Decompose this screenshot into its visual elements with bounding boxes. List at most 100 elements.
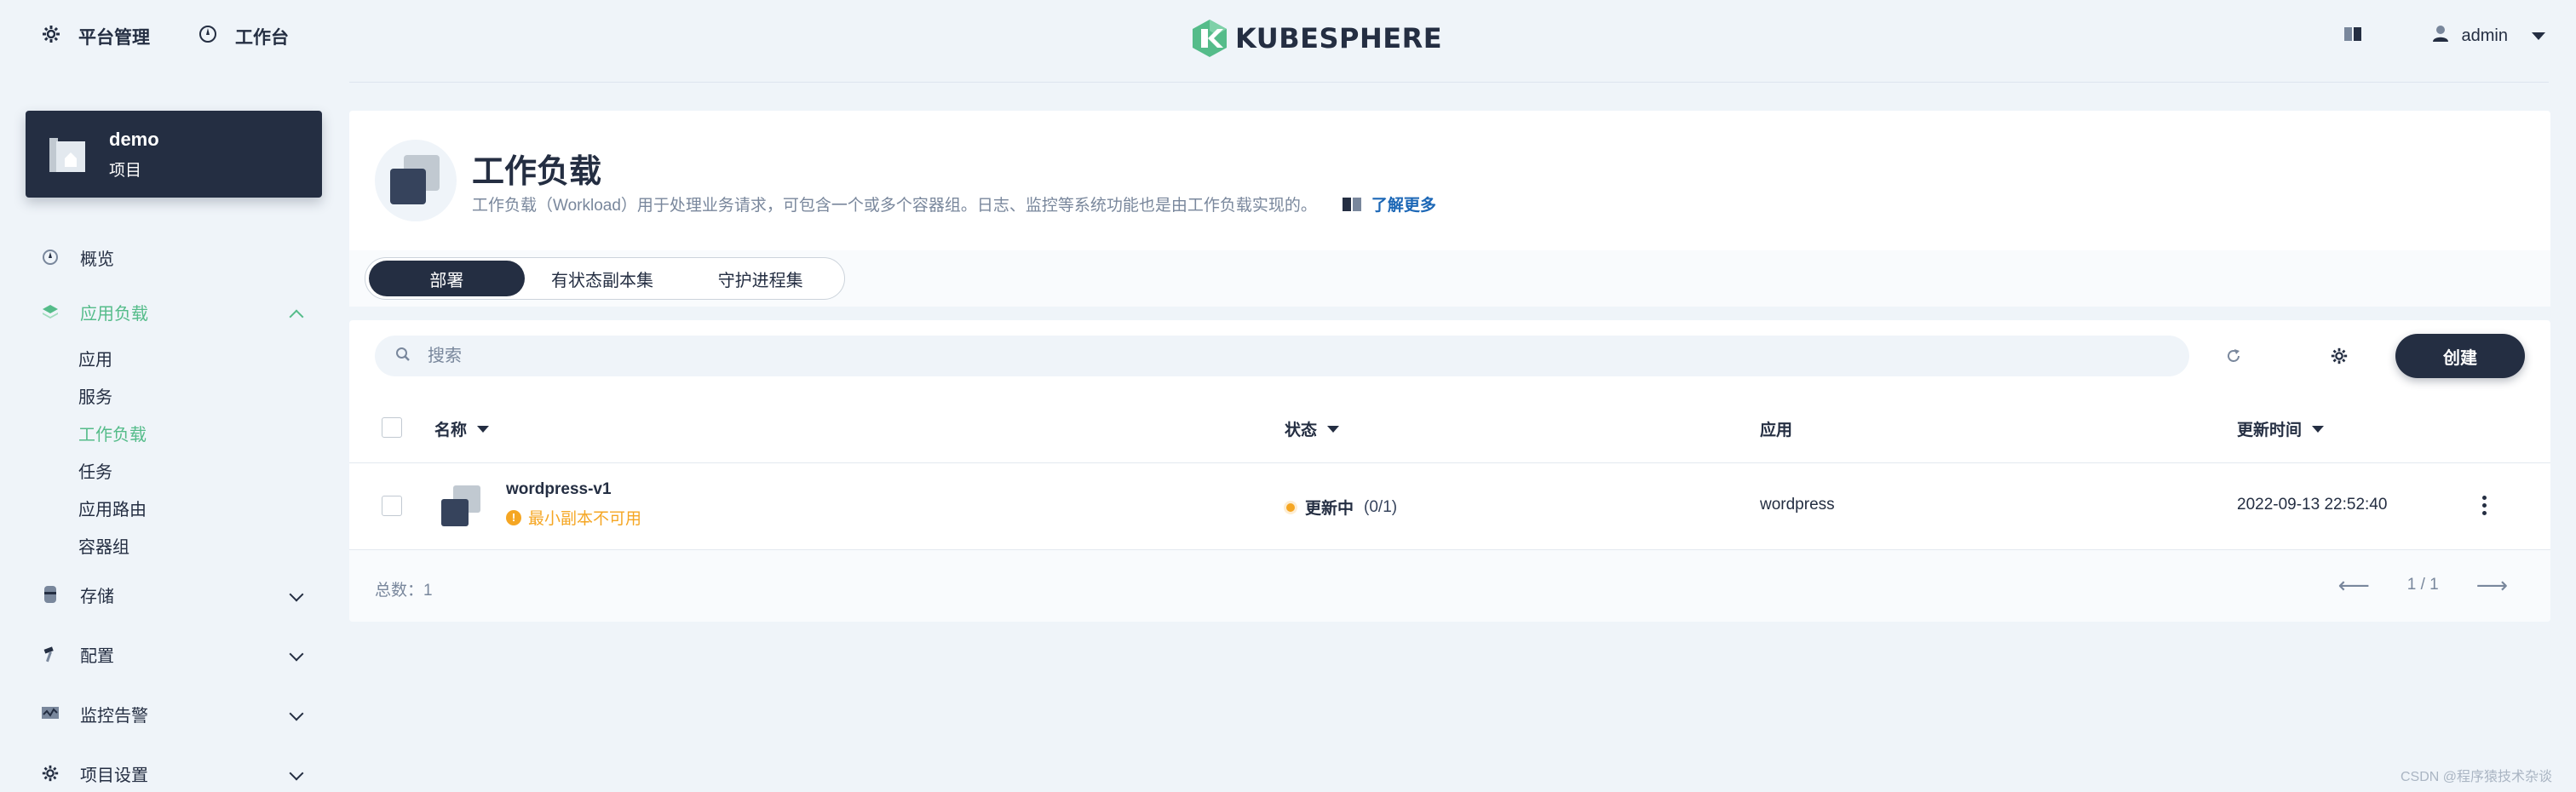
sidebar-item-label: 监控告警: [80, 706, 148, 726]
workload-table-card: 创建 名称 状态 应用 更新时间: [349, 320, 2550, 622]
workload-status: 更新中 (0/1): [1286, 496, 1397, 519]
column-header-updated[interactable]: 更新时间: [2237, 417, 2325, 440]
sidebar-item-app-workloads[interactable]: 应用负载: [41, 284, 305, 339]
total-count: 总数：1: [375, 582, 433, 600]
table-footer: 总数：1 ⟵ 1 / 1 ⟶: [349, 550, 2550, 622]
project-info: demo 项目: [109, 129, 159, 181]
replica-count: (0/1): [1364, 497, 1398, 516]
sort-down-icon[interactable]: [2312, 425, 2325, 433]
chevron-down-icon: [289, 587, 304, 602]
sidebar-subitem-jobs[interactable]: 任务: [78, 451, 305, 489]
top-bar: 平台管理 工作台 KUBESPHERE admin: [0, 0, 2576, 80]
select-all-checkbox[interactable]: [382, 417, 402, 438]
gear-icon: [41, 24, 61, 49]
tab-deployments[interactable]: 部署: [369, 261, 525, 296]
project-name: demo: [109, 128, 159, 150]
column-header-label: 状态: [1285, 422, 1318, 439]
sidebar-subitem-pods[interactable]: 容器组: [78, 526, 305, 564]
sidebar-item-label: 概览: [80, 250, 114, 269]
book-icon: [1342, 197, 1361, 211]
sidebar-item-overview[interactable]: 概览: [41, 230, 305, 284]
sidebar-item-settings[interactable]: 项目设置: [41, 746, 305, 792]
gear-icon: [2331, 347, 2348, 364]
top-nav: 平台管理 工作台: [41, 24, 289, 49]
learn-more-label: 了解更多: [1371, 197, 1436, 215]
column-header-app: 应用: [1760, 417, 1792, 440]
search-input[interactable]: [428, 346, 2046, 366]
sidebar-subitem-routes[interactable]: 应用路由: [78, 489, 305, 526]
docs-icon[interactable]: [2343, 25, 2363, 48]
learn-more-link[interactable]: 了解更多: [1341, 192, 1436, 215]
page-title: 工作负载: [472, 154, 602, 190]
sidebar-item-monitoring[interactable]: 监控告警: [41, 686, 305, 741]
create-button[interactable]: 创建: [2395, 334, 2525, 378]
next-page-icon[interactable]: ⟶: [2476, 574, 2508, 596]
hammer-icon: [41, 645, 60, 663]
page-banner: 工作负载 工作负载（Workload）用于处理业务请求，可包含一个或多个容器组。…: [349, 111, 2550, 250]
column-header-status[interactable]: 状态: [1285, 417, 1340, 440]
more-actions-button[interactable]: [2475, 492, 2493, 518]
app-name: wordpress: [1760, 496, 1835, 514]
search-icon: [395, 347, 411, 366]
column-header-label: 应用: [1760, 422, 1793, 439]
table-header: 名称 状态 应用 更新时间: [349, 392, 2550, 463]
gear-icon: [41, 764, 60, 783]
row-checkbox[interactable]: [382, 496, 402, 516]
sidebar-subitem-workloads[interactable]: 工作负载: [78, 414, 305, 451]
sidebar-submenu: 应用 服务 工作负载 任务 应用路由 容器组: [41, 339, 305, 564]
sidebar-item-label: 配置: [80, 646, 114, 666]
workload-warning: ! 最小副本不可用: [506, 506, 641, 529]
table-row[interactable]: wordpress-v1 ! 最小副本不可用 更新中 (0/1) wordpre…: [349, 463, 2550, 550]
refresh-button[interactable]: [2220, 342, 2247, 370]
info-warning-icon: !: [506, 509, 521, 525]
caret-down-icon: [2532, 32, 2545, 40]
workload-banner-icon: [375, 140, 457, 221]
workbench-link[interactable]: 工作台: [198, 24, 289, 49]
tabs-bar: 部署 有状态副本集 守护进程集: [349, 250, 2550, 307]
layers-icon: [41, 302, 60, 321]
user-name: admin: [2461, 26, 2508, 45]
workload-name-link[interactable]: wordpress-v1: [506, 480, 612, 499]
sidebar-item-label: 存储: [80, 587, 114, 606]
refresh-icon: [2228, 349, 2240, 362]
sidebar-nav: 概览 应用负载 应用 服务 工作负载 任务 应用路由 容器组 存储 配置 监控告…: [41, 230, 305, 792]
column-header-name[interactable]: 名称: [434, 417, 490, 440]
tab-statefulsets[interactable]: 有状态副本集: [525, 261, 681, 296]
prev-page-icon[interactable]: ⟵: [2337, 574, 2369, 596]
database-icon: [41, 585, 60, 604]
page-description: 工作负载（Workload）用于处理业务请求，可包含一个或多个容器组。日志、监控…: [472, 192, 1436, 215]
kubesphere-logo[interactable]: KUBESPHERE: [1191, 19, 1442, 58]
sidebar-subitem-services[interactable]: 服务: [78, 376, 305, 414]
chevron-down-icon: [289, 706, 304, 721]
chevron-down-icon: [289, 766, 304, 781]
project-icon: [49, 138, 85, 172]
dashboard-icon: [198, 24, 218, 49]
tab-daemonsets[interactable]: 守护进程集: [680, 261, 841, 296]
project-type: 项目: [109, 161, 142, 180]
dashboard-icon: [41, 248, 60, 267]
column-header-label: 名称: [434, 422, 468, 439]
sidebar-item-storage[interactable]: 存储: [41, 567, 305, 622]
user-menu[interactable]: admin: [2431, 24, 2545, 48]
more-vertical-icon: [2481, 495, 2487, 500]
status-text: 更新中: [1305, 500, 1354, 518]
page-indicator: 1 / 1: [2406, 576, 2439, 594]
sidebar-subitem-apps[interactable]: 应用: [78, 339, 305, 376]
settings-button[interactable]: [2326, 342, 2353, 370]
sort-down-icon[interactable]: [477, 425, 490, 433]
workbench-label: 工作台: [235, 28, 289, 48]
sidebar-item-label: 应用负载: [80, 304, 148, 324]
search-box[interactable]: [375, 336, 2189, 376]
project-card[interactable]: demo 项目: [26, 111, 322, 198]
sort-down-icon[interactable]: [1327, 425, 1340, 433]
platform-management-link[interactable]: 平台管理: [41, 24, 150, 49]
kubesphere-logo-icon: [1193, 20, 1227, 57]
topbar-divider: [349, 82, 2549, 83]
page-description-text: 工作负载（Workload）用于处理业务请求，可包含一个或多个容器组。日志、监控…: [472, 197, 1317, 215]
table-toolbar: 创建: [349, 320, 2550, 392]
column-header-label: 更新时间: [2237, 422, 2303, 439]
topbar-right: admin: [2343, 24, 2545, 48]
sidebar-item-config[interactable]: 配置: [41, 627, 305, 681]
logo-text: KUBESPHERE: [1235, 22, 1443, 55]
chevron-up-icon: [289, 309, 304, 324]
